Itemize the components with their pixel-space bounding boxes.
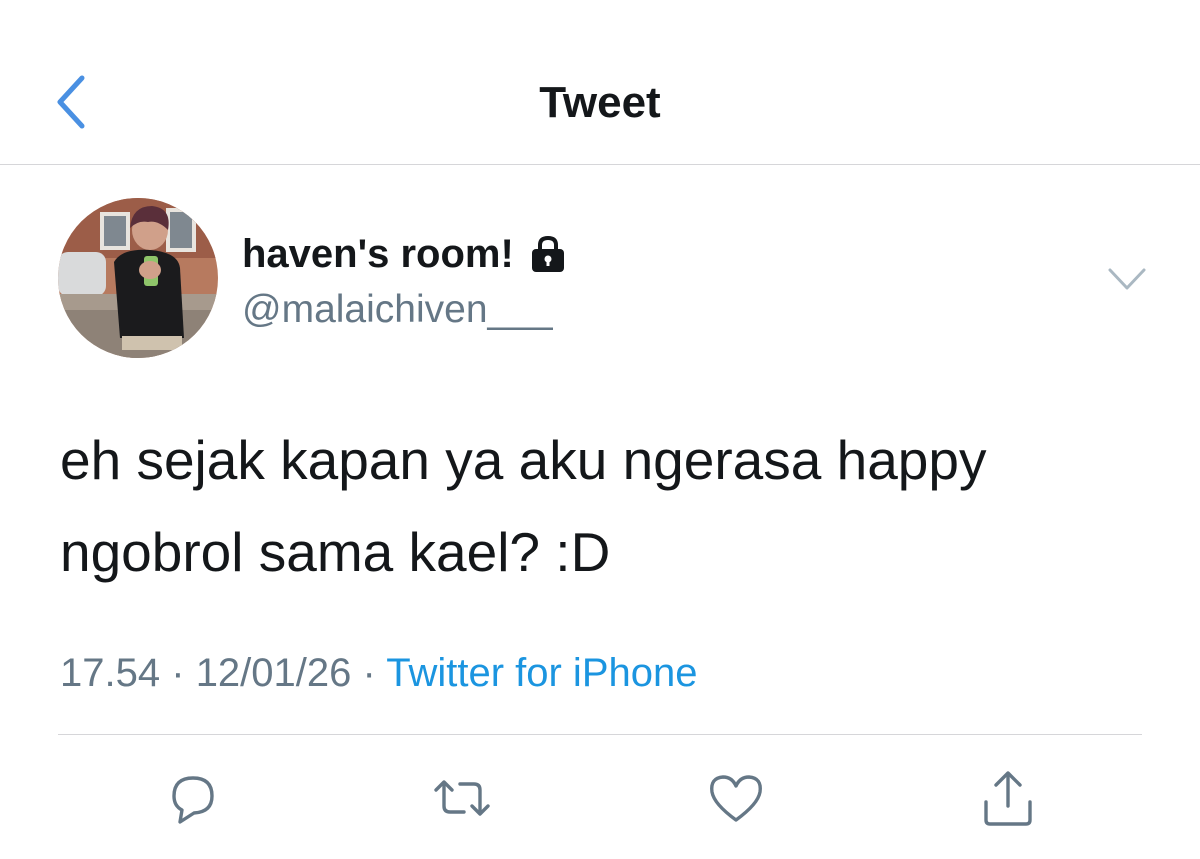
retweet-icon <box>434 780 490 816</box>
action-bar <box>0 760 1200 840</box>
author-name-row: haven's room! <box>242 224 568 284</box>
retweet-button[interactable] <box>430 766 494 830</box>
tweet-options-button[interactable] <box>1104 262 1150 298</box>
reply-button[interactable] <box>160 766 224 830</box>
share-button[interactable] <box>976 766 1040 830</box>
reply-icon <box>172 776 214 824</box>
tweet-date: 12/01/26 <box>195 651 352 695</box>
divider <box>58 734 1142 735</box>
author-handle[interactable]: @malaichiven___ <box>242 284 553 336</box>
page-title: Tweet <box>539 78 661 127</box>
display-name[interactable]: haven's room! <box>242 224 514 284</box>
profile-photo <box>58 198 218 358</box>
like-button[interactable] <box>704 766 768 830</box>
meta-separator: · <box>171 651 185 695</box>
heart-icon <box>710 775 762 822</box>
tweet-text-line: eh sejak kapan ya aku ngerasa happy <box>60 429 987 491</box>
tweet-source-link[interactable]: Twitter for iPhone <box>386 651 697 695</box>
tweet-metadata: 17.54 · 12/01/26 · Twitter for iPhone <box>60 646 697 700</box>
nav-bar: Tweet <box>0 0 1200 165</box>
tweet-text-line: ngobrol sama kael? :D <box>60 521 611 583</box>
avatar[interactable] <box>58 198 218 358</box>
share-icon <box>984 771 1032 826</box>
tweet-text: eh sejak kapan ya aku ngerasa happy ngob… <box>60 414 1160 598</box>
lock-icon <box>528 234 568 274</box>
tweet-time: 17.54 <box>60 651 161 695</box>
chevron-down-icon <box>1108 268 1146 290</box>
meta-separator: · <box>362 651 376 695</box>
